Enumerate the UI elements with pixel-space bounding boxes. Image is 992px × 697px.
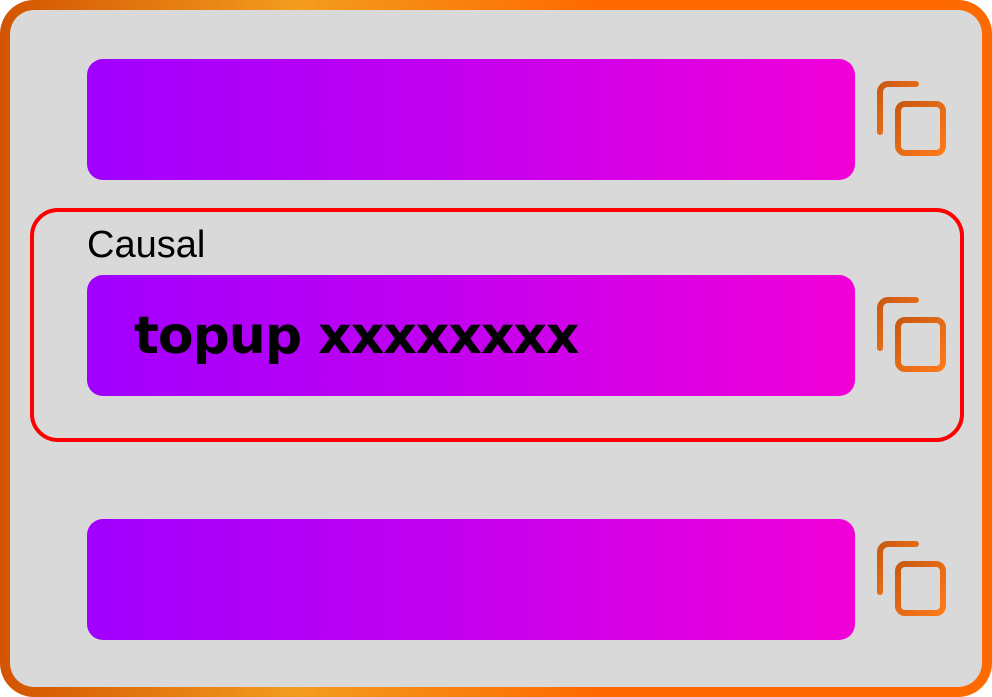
card-panel: Causal topup xxxxxxxx [10,10,982,687]
field-3-input[interactable] [87,519,855,640]
copy-icon [877,81,946,156]
field-2-input[interactable]: topup xxxxxxxx [87,275,855,396]
field-1-input[interactable] [87,59,855,180]
copy-button-3[interactable] [876,540,948,618]
copy-button-2[interactable] [876,296,948,374]
field-2-label: Causal [87,224,206,266]
field-2-value: topup xxxxxxxx [134,305,579,366]
card-frame: Causal topup xxxxxxxx [0,0,992,697]
copy-icon [877,297,946,372]
copy-icon [877,541,946,616]
copy-button-1[interactable] [876,80,948,158]
